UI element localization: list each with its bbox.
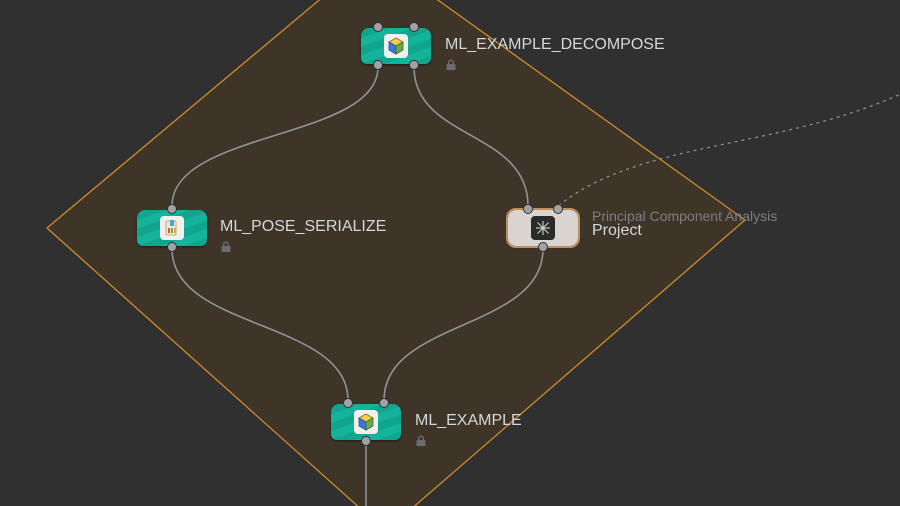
port-out[interactable]: [167, 242, 177, 252]
port-in[interactable]: [379, 398, 389, 408]
node-ml-example-decompose[interactable]: [361, 28, 431, 64]
node-label: ML_EXAMPLE_DECOMPOSE: [445, 36, 665, 54]
node-title: Project: [592, 222, 642, 239]
wire-decompose-to-serialize: [172, 67, 378, 206]
wire-serialize-to-example: [172, 249, 348, 400]
node-ml-pose-serialize[interactable]: [137, 210, 207, 246]
port-out[interactable]: [361, 436, 371, 446]
port-out[interactable]: [409, 60, 419, 70]
node-label: Principal Component Analysis Project: [592, 208, 777, 240]
pca-star-icon: [531, 216, 555, 240]
node-label: ML_POSE_SERIALIZE: [220, 218, 386, 236]
port-in[interactable]: [409, 22, 419, 32]
wire-external-to-project: [558, 92, 900, 206]
subnet-cube-icon: [354, 410, 378, 434]
port-in[interactable]: [523, 204, 533, 214]
subnet-cube-icon: [384, 34, 408, 58]
lock-icon: [415, 434, 427, 450]
node-pca-project[interactable]: [508, 210, 578, 246]
node-label: ML_EXAMPLE: [415, 412, 522, 430]
port-in[interactable]: [343, 398, 353, 408]
port-out[interactable]: [373, 60, 383, 70]
serialize-doc-icon: [160, 216, 184, 240]
port-in[interactable]: [553, 204, 563, 214]
lock-icon: [220, 240, 232, 256]
wire-decompose-to-project: [414, 67, 528, 206]
node-graph-canvas[interactable]: ML_EXAMPLE_DECOMPOSE ML_POSE_SERIALIZE: [0, 0, 900, 506]
wire-project-to-example: [384, 249, 543, 400]
port-in[interactable]: [167, 204, 177, 214]
port-out[interactable]: [538, 242, 548, 252]
wires-layer: [0, 0, 900, 506]
lock-icon: [445, 58, 457, 74]
port-in[interactable]: [373, 22, 383, 32]
node-ml-example[interactable]: [331, 404, 401, 440]
